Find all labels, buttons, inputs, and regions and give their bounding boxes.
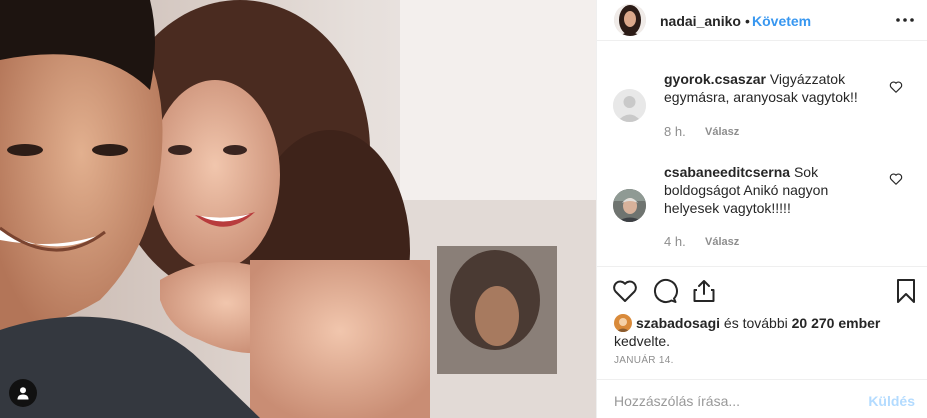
- header-separator: •: [745, 13, 750, 29]
- commenter-avatar-image: [613, 189, 646, 222]
- likes-connector-text: és további: [720, 315, 792, 331]
- likes-summary: szabadosagi és további 20 270 ember kedv…: [614, 314, 914, 350]
- liker-avatar-image: [614, 314, 632, 332]
- comment-time: 4 h.: [664, 234, 686, 249]
- commenter-username[interactable]: csabaneeditcserna: [664, 164, 790, 180]
- bookmark-icon[interactable]: [893, 278, 919, 304]
- comment-text: gyorok.csaszar Vigyázzatok egymásra, ara…: [664, 70, 879, 106]
- author-avatar-image: [614, 4, 646, 36]
- comment-time: 8 h.: [664, 124, 686, 139]
- default-avatar-icon: [613, 89, 646, 122]
- likes-suffix-text: kedvelte.: [614, 333, 671, 349]
- liker-avatar[interactable]: [614, 314, 632, 332]
- tagged-users-button[interactable]: [9, 379, 37, 407]
- person-icon: [17, 387, 29, 400]
- commenter-avatar[interactable]: [613, 189, 646, 222]
- photo-image: [0, 0, 596, 418]
- likes-count[interactable]: 20 270 ember: [792, 315, 881, 331]
- reply-button[interactable]: Válasz: [705, 126, 739, 138]
- post-side-panel: nadai_aniko • Követem gyorok.csaszar Vig…: [596, 0, 927, 418]
- post-header: nadai_aniko • Követem: [597, 0, 927, 41]
- post-date[interactable]: JANUÁR 14.: [614, 355, 674, 366]
- more-options-icon[interactable]: [894, 10, 916, 30]
- post-photo[interactable]: [0, 0, 596, 418]
- comment-like-icon[interactable]: [889, 80, 903, 94]
- commenter-username[interactable]: gyorok.csaszar: [664, 71, 766, 87]
- author-username[interactable]: nadai_aniko: [660, 13, 741, 29]
- commenter-avatar[interactable]: [613, 89, 646, 122]
- comment-like-icon[interactable]: [889, 172, 903, 186]
- share-icon[interactable]: [691, 278, 717, 304]
- author-avatar[interactable]: [614, 4, 646, 36]
- liker-username[interactable]: szabadosagi: [636, 315, 720, 331]
- follow-button[interactable]: Követem: [752, 13, 811, 29]
- send-comment-button[interactable]: Küldés: [868, 393, 915, 409]
- divider: [597, 266, 927, 267]
- like-heart-icon[interactable]: [612, 278, 638, 304]
- comment-text: csabaneeditcserna Sok boldogságot Anikó …: [664, 163, 879, 217]
- comment-input[interactable]: [614, 391, 854, 411]
- reply-button[interactable]: Válasz: [705, 236, 739, 248]
- comment-bubble-icon[interactable]: [652, 278, 678, 304]
- add-comment-bar: Küldés: [597, 379, 927, 418]
